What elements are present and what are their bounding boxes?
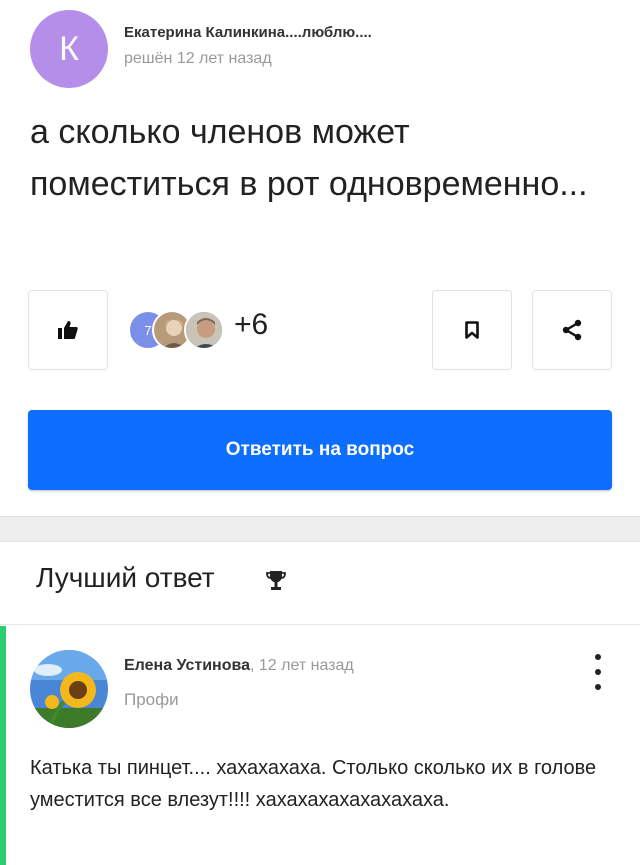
answer-text: Катька ты пинцет.... хахахахаха. Столько… bbox=[30, 757, 597, 811]
question-text: а сколько членов может поместиться в рот… bbox=[30, 113, 588, 203]
voters-avatars[interactable]: 7 bbox=[128, 310, 224, 352]
best-answer-accent-bar bbox=[0, 626, 6, 865]
divider bbox=[0, 624, 640, 625]
answer-author-avatar[interactable] bbox=[30, 650, 108, 728]
bookmark-button[interactable] bbox=[432, 290, 512, 370]
share-icon bbox=[562, 319, 582, 341]
more-options-icon[interactable] bbox=[586, 654, 610, 690]
question-card: К Екатерина Калинкина....люблю.... решён… bbox=[0, 0, 640, 516]
section-divider bbox=[0, 516, 640, 542]
author-avatar[interactable]: К bbox=[30, 10, 108, 88]
bookmark-icon bbox=[465, 321, 479, 339]
answer-author-badge: Профи bbox=[124, 690, 179, 709]
answer-author-name[interactable]: Елена Устинова bbox=[124, 657, 250, 674]
question-meta: решён 12 лет назад bbox=[124, 50, 272, 67]
thumbs-up-icon bbox=[58, 321, 78, 339]
voter-avatar bbox=[184, 310, 224, 350]
trophy-icon bbox=[266, 571, 286, 590]
voters-more-count[interactable]: +6 bbox=[234, 308, 268, 342]
answer-time: , 12 лет назад bbox=[250, 657, 354, 674]
answer-author-line: Елена Устинова, 12 лет назад bbox=[124, 657, 354, 675]
author-name[interactable]: Екатерина Калинкина....люблю.... bbox=[124, 24, 372, 41]
share-button[interactable] bbox=[532, 290, 612, 370]
best-answer-title: Лучший ответ bbox=[36, 562, 215, 593]
answer-question-button[interactable]: Ответить на вопрос bbox=[28, 410, 612, 490]
like-button[interactable] bbox=[28, 290, 108, 370]
